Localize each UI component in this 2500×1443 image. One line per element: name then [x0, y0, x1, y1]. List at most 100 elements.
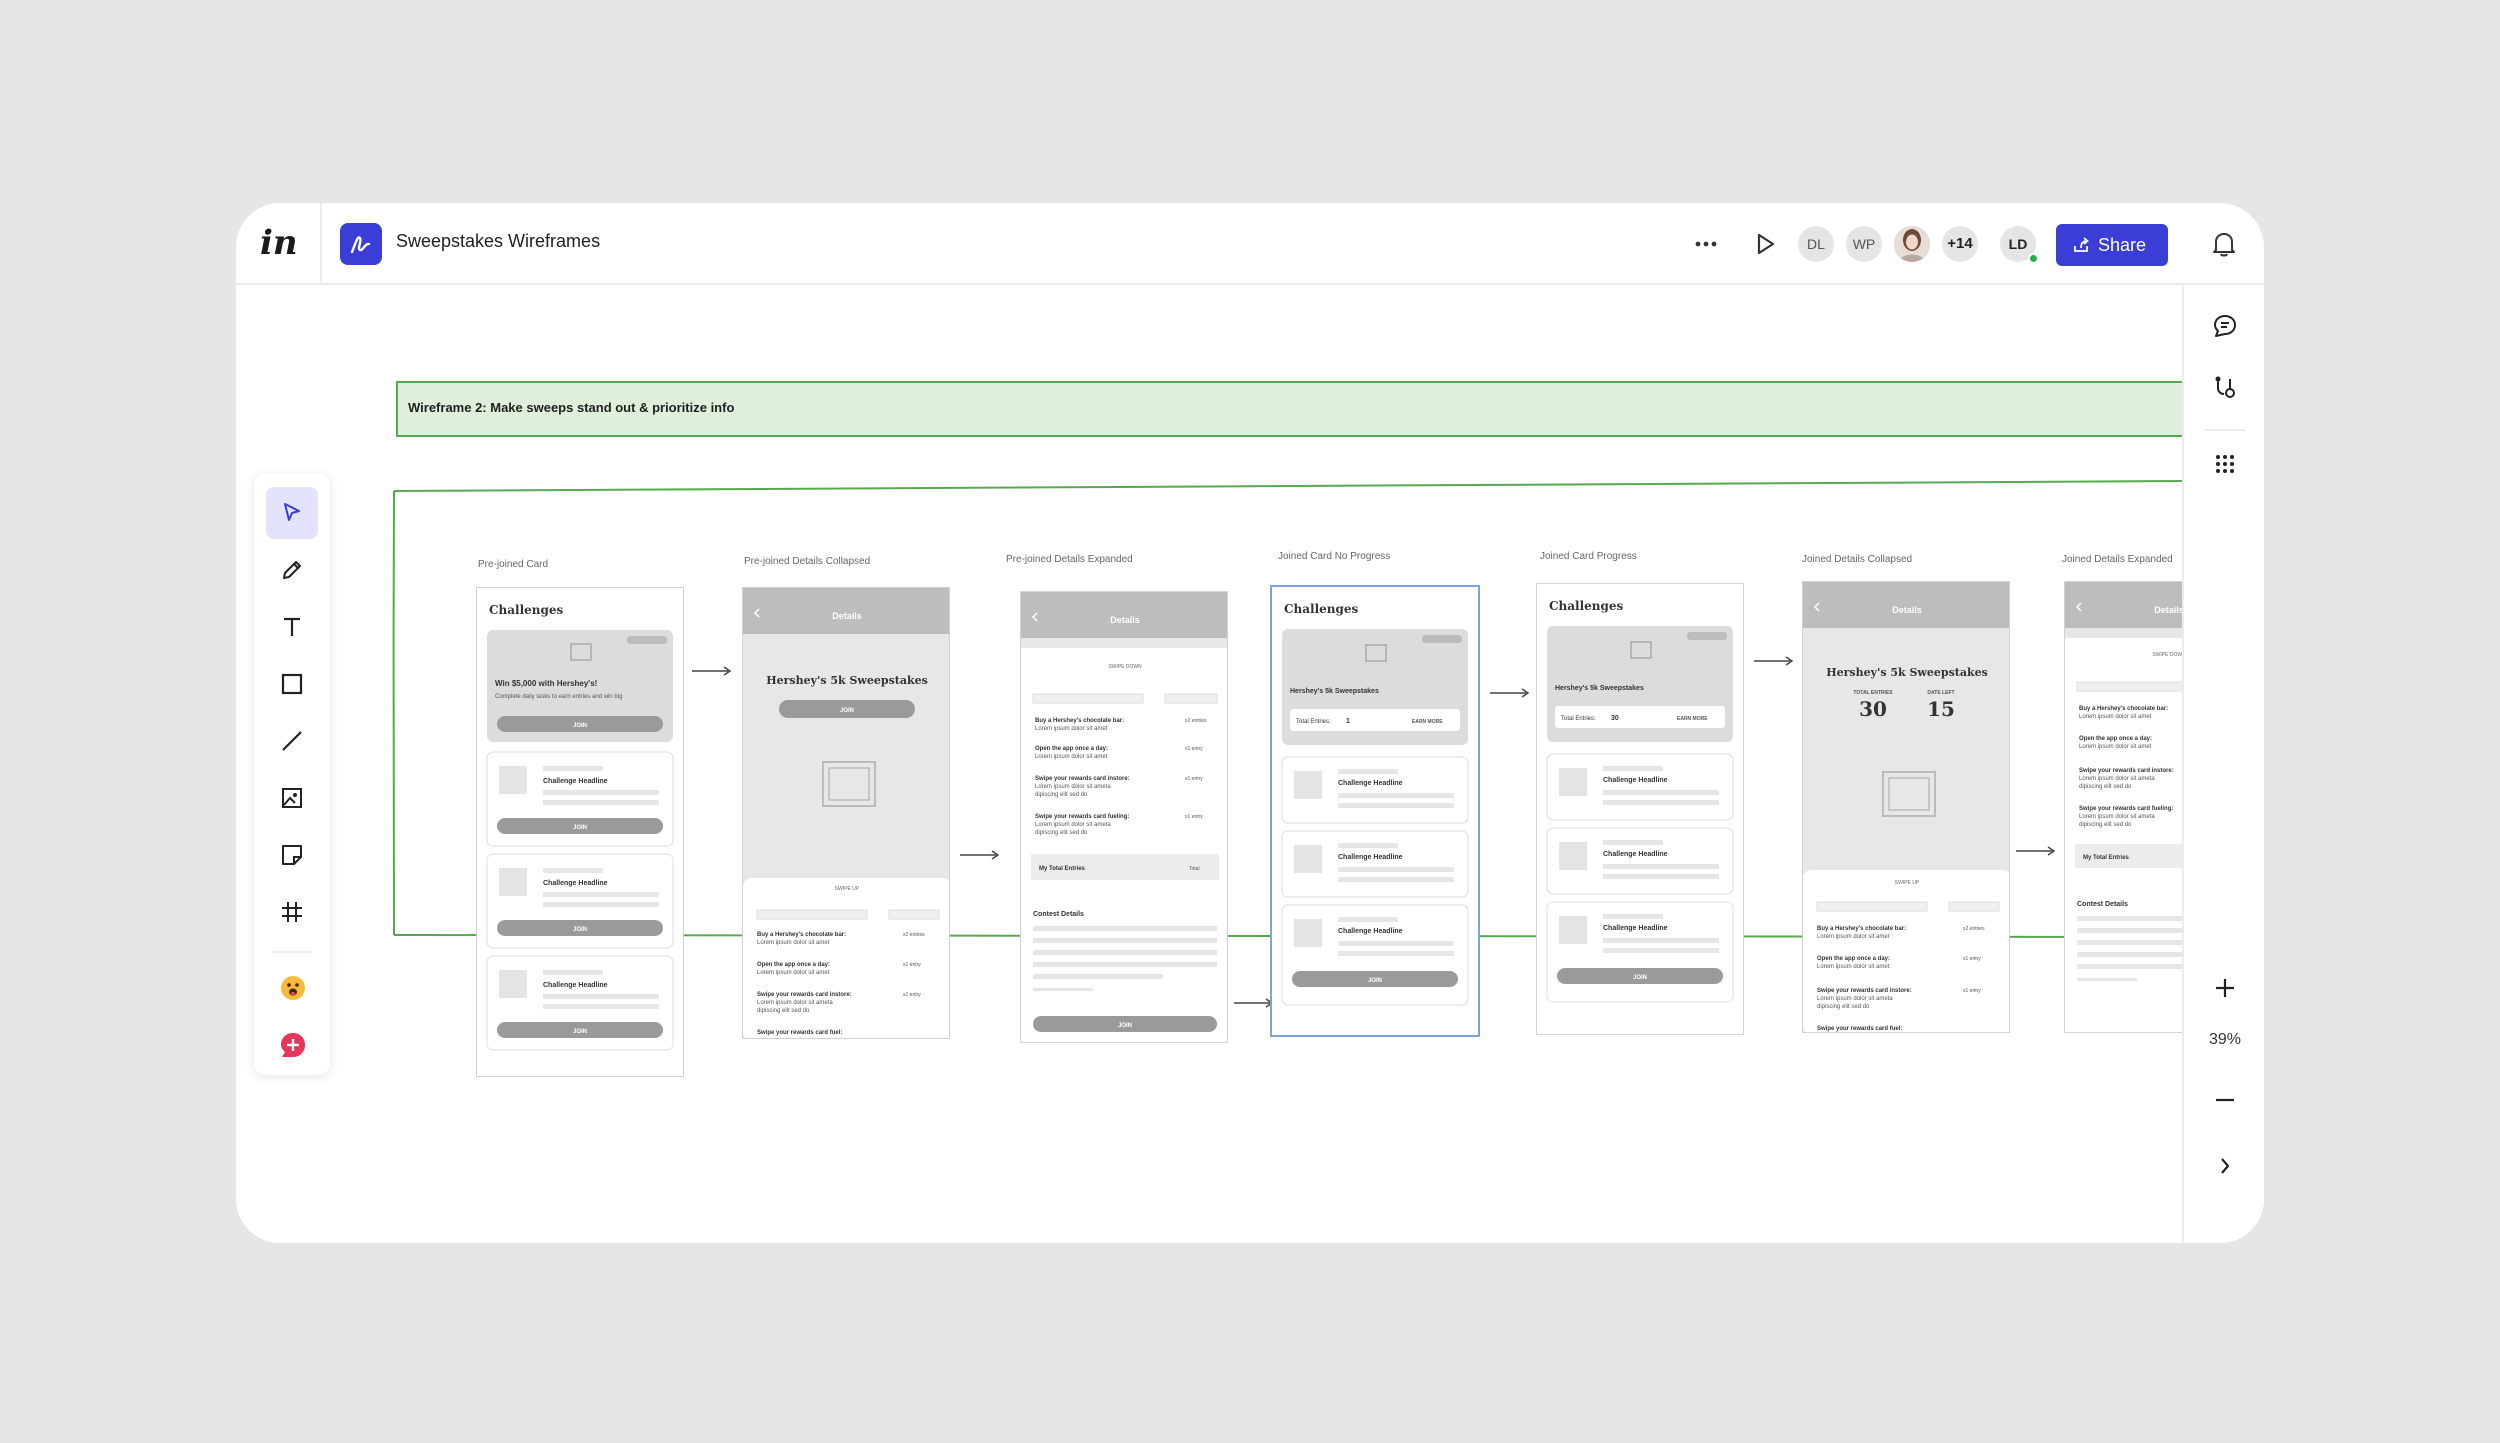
wireframe-prejoined-card[interactable]: Challenges Win $5,000 with Hershey's! Co… — [476, 587, 684, 1077]
wf-total-entries-caps: TOTAL ENTRIES — [1853, 690, 1893, 696]
line-icon — [282, 731, 302, 751]
wf-heading: Challenges — [1284, 602, 1359, 616]
wf-entries-count: 30 — [1611, 715, 1619, 722]
invision-logo[interactable]: in — [260, 223, 300, 263]
smiley-icon — [281, 976, 305, 1000]
sticky-note-tool[interactable] — [266, 829, 318, 881]
frame-label-prejoined-card[interactable]: Pre-joined Card — [478, 559, 548, 570]
add-tool[interactable] — [266, 1018, 318, 1070]
emoji-tool[interactable] — [266, 961, 318, 1013]
wf-task: Buy a Hershey's chocolate bar: — [1817, 926, 1906, 932]
wf-entry-count: x1 entry — [1185, 814, 1203, 820]
flow-arrow — [960, 850, 1000, 860]
pointer-icon — [284, 503, 300, 521]
zoom-in-icon[interactable] — [2210, 973, 2240, 1003]
hash-icon — [282, 902, 302, 922]
wf-entry-count: x2 entries — [1185, 718, 1207, 724]
wf-swipe-down: SWIPE DOWN — [2152, 652, 2182, 658]
image-tool[interactable] — [266, 772, 318, 824]
wf-total-entries: My Total Entries — [2083, 855, 2130, 861]
frame-tool[interactable] — [266, 886, 318, 938]
wf-big-entries: 30 — [1859, 697, 1887, 721]
frame-label-prejoined-collapsed[interactable]: Pre-joined Details Collapsed — [744, 556, 870, 567]
collaborator-avatar-dl[interactable]: DL — [1798, 226, 1834, 262]
wf-entry-count: x1 entry — [903, 962, 921, 968]
wf-challenge-headline: Challenge Headline — [1603, 925, 1668, 932]
wf-promo-title: Win $5,000 with Hershey's! — [495, 679, 597, 688]
document-title[interactable]: Sweepstakes Wireframes — [396, 231, 600, 252]
wf-task: Open the app once a day: — [2079, 736, 2152, 742]
wf-task: Swipe your rewards card instore: — [1817, 988, 1912, 994]
wf-task-desc: dipiscing elit sed do — [1035, 830, 1088, 836]
wf-earn-more: EARN MORE — [1412, 719, 1443, 725]
wf-entry-count: x2 entries — [903, 932, 925, 938]
online-status-indicator — [2028, 253, 2039, 264]
wf-sweep-title: Hershey's 5k Sweepstakes — [1826, 666, 1988, 679]
frame-label-joined-no-progress[interactable]: Joined Card No Progress — [1278, 551, 1390, 562]
apps-grid-icon[interactable] — [2210, 449, 2240, 479]
wf-task-desc: Lorem ipsum dolor sit amet — [757, 940, 830, 946]
wf-promo-sub: Complete daily tasks to earn entries and… — [495, 694, 622, 700]
flow-arrow — [1754, 656, 1794, 666]
more-collaborators-badge[interactable]: +14 — [1942, 226, 1978, 262]
share-button[interactable]: Share — [2056, 224, 2168, 266]
wf-sweep-title: Hershey's 5k Sweepstakes — [766, 674, 928, 687]
inspect-icon[interactable] — [2210, 373, 2240, 403]
rectangle-tool[interactable] — [266, 658, 318, 710]
wf-challenge-headline: Challenge Headline — [543, 880, 608, 887]
wf-task-desc: Lorem ipsum dolor sit amet — [1035, 726, 1108, 732]
comment-icon[interactable] — [2210, 311, 2240, 341]
share-label: Share — [2098, 235, 2147, 255]
wireframe-joined-details-expanded[interactable]: Details SWIPE DOWN Buy a Hershey's choco… — [2064, 581, 2182, 1033]
wf-date-left-caps: DATE LEFT — [1927, 690, 1954, 696]
zoom-out-icon[interactable] — [2210, 1085, 2240, 1115]
pen-tool[interactable] — [266, 544, 318, 596]
wireframe-section-banner[interactable]: Wireframe 2: Make sweeps stand out & pri… — [396, 381, 2182, 437]
wf-earn-more: EARN MORE — [1677, 716, 1708, 722]
wf-task-desc: dipiscing elit sed do — [757, 1008, 810, 1014]
wf-join: JOIN — [1633, 975, 1647, 981]
wf-join: JOIN — [573, 723, 587, 729]
wf-task: Buy a Hershey's chocolate bar: — [757, 932, 846, 938]
wireframe-joined-card-no-progress[interactable]: Challenges Hershey's 5k Sweepstakes Tota… — [1270, 585, 1480, 1037]
notifications-bell-icon[interactable] — [2210, 229, 2238, 259]
frame-label-joined-collapsed[interactable]: Joined Details Collapsed — [1802, 554, 1912, 565]
wf-join: JOIN — [1118, 1023, 1132, 1029]
collaborator-avatar-photo[interactable] — [1894, 226, 1930, 262]
wf-task: Buy a Hershey's chocolate bar: — [2079, 706, 2168, 712]
wf-details-title: Details — [1110, 615, 1140, 625]
collaborator-avatar-wp[interactable]: WP — [1846, 226, 1882, 262]
freehand-app-icon[interactable] — [340, 223, 382, 265]
wf-details-title: Details — [832, 611, 862, 621]
present-play-icon[interactable] — [1750, 229, 1780, 259]
frame-label-prejoined-expanded[interactable]: Pre-joined Details Expanded — [1006, 554, 1133, 565]
header-divider — [320, 203, 322, 285]
wf-task-desc: Lorem ipsum dolor sit amet — [2079, 744, 2152, 750]
more-options-icon[interactable] — [1690, 229, 1722, 259]
pencil-icon — [283, 561, 301, 579]
share-icon — [2074, 237, 2089, 252]
chevron-right-icon[interactable] — [2210, 1151, 2240, 1181]
wf-task-desc: Lorem ipsum dolor sit amet — [2079, 714, 2152, 720]
wf-contest-details: Contest Details — [1033, 911, 1084, 918]
line-tool[interactable] — [266, 715, 318, 767]
drawing-toolbar — [254, 473, 330, 1075]
frame-label-joined-progress[interactable]: Joined Card Progress — [1540, 551, 1637, 562]
wireframe-prejoined-details-expanded[interactable]: Details SWIPE DOWN Buy a Hershey's choco… — [1020, 591, 1228, 1043]
wf-task-desc: Lorem ipsum dolor sit ameta — [1035, 822, 1111, 828]
wf-task: Swipe your rewards card instore: — [1035, 776, 1130, 782]
wf-total-entries-label: Total Entries: — [1561, 716, 1596, 722]
wf-challenge-headline: Challenge Headline — [543, 982, 608, 989]
wf-task-desc: Lorem ipsum dolor sit ameta — [1035, 784, 1111, 790]
wireframe-prejoined-details-collapsed[interactable]: Details Hershey's 5k Sweepstakes JOIN SW… — [742, 587, 950, 1039]
zoom-level[interactable]: 39% — [2184, 1031, 2264, 1049]
wf-task: Swipe your rewards card instore: — [2079, 768, 2174, 774]
select-tool[interactable] — [266, 487, 318, 539]
wireframe-joined-card-progress[interactable]: Challenges Hershey's 5k Sweepstakes Tota… — [1536, 583, 1744, 1035]
wf-task: Open the app once a day: — [757, 962, 830, 968]
wf-task: Open the app once a day: — [1035, 746, 1108, 752]
frame-label-joined-expanded[interactable]: Joined Details Expanded — [2062, 554, 2173, 565]
text-tool[interactable] — [266, 601, 318, 653]
wf-challenge-headline: Challenge Headline — [1603, 851, 1668, 858]
wireframe-joined-details-collapsed[interactable]: Details Hershey's 5k Sweepstakes TOTAL E… — [1802, 581, 2010, 1033]
